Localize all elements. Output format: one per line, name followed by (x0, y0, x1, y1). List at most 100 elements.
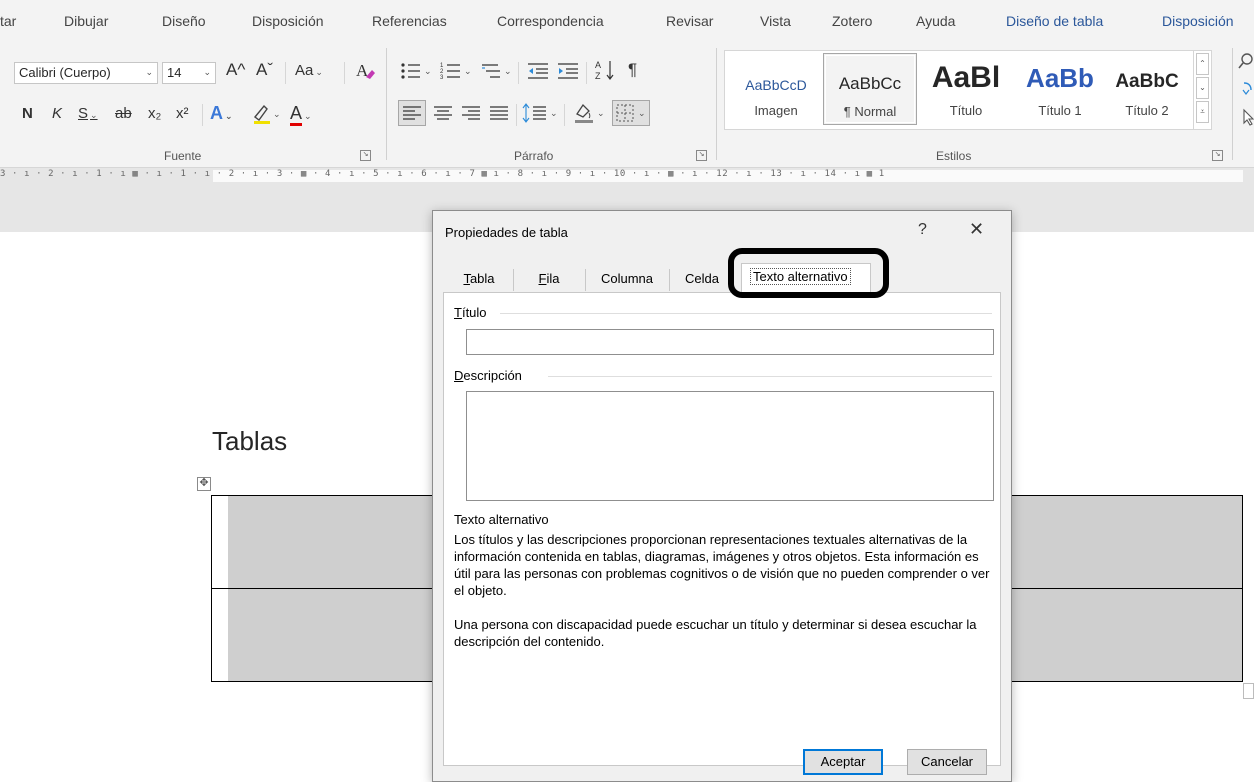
borders-icon[interactable]: ⌄ (612, 100, 650, 126)
ribbon: Calibri (Cuerpo) ⌄ 14 ⌄ A^ Aˇ Aa ⌄ A N K … (0, 42, 1254, 168)
justify-icon[interactable] (486, 101, 512, 130)
info-paragraph-2: Una persona con discapacidad puede escuc… (454, 617, 977, 649)
style-normal[interactable]: AaBbCc ¶ Normal (823, 53, 917, 125)
tab-celda[interactable]: Celda (673, 267, 731, 291)
style-imagen[interactable]: AaBbCcD Imagen (729, 53, 823, 125)
font-color-button[interactable]: A ⌄ (290, 103, 312, 126)
tab-referencias[interactable]: Referencias (372, 13, 447, 29)
style-titulo-1[interactable]: AaBb Título 1 (1013, 53, 1107, 125)
svg-text:Z: Z (595, 71, 601, 81)
show-marks-button[interactable]: ¶ (628, 60, 637, 80)
tab-disposicion[interactable]: Disposición (252, 13, 324, 29)
document-heading[interactable]: Tablas (212, 426, 287, 457)
align-right-icon[interactable] (458, 101, 484, 130)
label-accesskey: T (454, 305, 462, 320)
group-separator (1232, 48, 1233, 160)
bullets-icon[interactable]: ⌄ (400, 60, 434, 87)
styles-dialog-launcher-icon[interactable]: ↘ (1212, 150, 1223, 161)
replace-icon[interactable] (1240, 80, 1254, 103)
highlight-annotation (728, 248, 889, 298)
description-textarea[interactable] (466, 391, 994, 501)
tab-diseno[interactable]: Diseño (162, 13, 206, 29)
align-center-icon[interactable] (430, 101, 456, 130)
paragraph-dialog-launcher-icon[interactable]: ↘ (696, 150, 707, 161)
cancel-button[interactable]: Cancelar (907, 749, 987, 775)
style-name: Título (949, 103, 983, 118)
tab-tabla[interactable]: Tabla (449, 267, 509, 291)
help-icon[interactable]: ? (918, 221, 927, 239)
italic-button[interactable]: K (52, 105, 62, 122)
tab-separator (669, 269, 670, 291)
tab-revisar[interactable]: Revisar (666, 13, 713, 29)
font-dialog-launcher-icon[interactable]: ↘ (360, 150, 371, 161)
table-move-handle-icon[interactable]: ✥ (197, 477, 211, 491)
svg-text:⌄: ⌄ (424, 66, 432, 76)
tab-insertar[interactable]: tar (0, 13, 16, 29)
tab-fila[interactable]: Fila (517, 267, 581, 291)
strikethrough-button[interactable]: ab (115, 105, 132, 122)
grow-font-button[interactable]: A^ (226, 60, 245, 80)
style-name: Título 2 (1125, 103, 1169, 118)
sort-icon[interactable]: AZ (594, 58, 618, 87)
tab-correspondencia[interactable]: Correspondencia (497, 13, 604, 29)
tab-ayuda[interactable]: Ayuda (916, 13, 955, 29)
chevron-down-icon: ⌄ (225, 111, 233, 121)
style-preview: AaBbCc (838, 74, 902, 93)
tab-dibujar[interactable]: Dibujar (64, 13, 108, 29)
title-label: Título (454, 305, 487, 320)
shading-icon[interactable]: ⌄ (572, 100, 608, 131)
find-icon[interactable] (1238, 52, 1254, 77)
tab-zotero[interactable]: Zotero (832, 13, 872, 29)
tab-label: abla (469, 271, 495, 286)
title-input[interactable] (466, 329, 994, 355)
tab-separator (585, 269, 586, 291)
style-titulo-2[interactable]: AaBbC Título 2 (1101, 53, 1193, 125)
close-icon[interactable]: ✕ (969, 219, 984, 240)
chevron-up-icon[interactable]: ⌃ (1196, 53, 1209, 75)
shrink-font-button[interactable]: Aˇ (256, 60, 273, 80)
font-name-value: Calibri (Cuerpo) (19, 65, 111, 80)
numbering-icon[interactable]: 1 2 3 ⌄ (440, 60, 474, 87)
tab-disposicion-tabla[interactable]: Disposición (1162, 13, 1234, 29)
chevron-down-icon: ⌄ (145, 67, 153, 77)
chevron-down-icon: ⌄ (90, 110, 98, 120)
horizontal-ruler[interactable]: 3 · ı · 2 · ı · 1 · ı ▦ · ı · 1 · ı · 2 … (0, 168, 1254, 184)
highlight-pen-icon[interactable]: ⌄ (252, 102, 284, 131)
superscript-button[interactable]: x² (176, 105, 189, 122)
group-separator (386, 48, 387, 160)
font-name-box[interactable]: Calibri (Cuerpo) ⌄ (14, 62, 158, 84)
font-size-value: 14 (167, 65, 182, 80)
separator (518, 62, 519, 84)
description-separator-line (548, 376, 992, 377)
decrease-indent-icon[interactable] (526, 60, 550, 87)
svg-text:3: 3 (440, 75, 444, 81)
line-spacing-icon[interactable]: ⌄ (522, 101, 560, 130)
tab-diseno-de-tabla[interactable]: Diseño de tabla (1006, 13, 1103, 29)
change-case-button[interactable]: Aa ⌄ (295, 62, 323, 79)
tab-vista[interactable]: Vista (760, 13, 791, 29)
text-effects-button[interactable]: A ⌄ (210, 103, 233, 124)
table-resize-handle[interactable] (1243, 683, 1254, 699)
info-paragraph-1: Los títulos y las descripciones proporci… (454, 532, 990, 598)
align-left-icon[interactable] (398, 100, 426, 126)
description-label: Descripción (454, 368, 522, 383)
tab-columna[interactable]: Columna (589, 267, 665, 291)
clear-formatting-icon[interactable]: A (354, 60, 376, 87)
font-color-icon: A (290, 103, 303, 126)
underline-button[interactable]: S ⌄ (78, 105, 98, 122)
increase-indent-icon[interactable] (556, 60, 580, 87)
font-size-box[interactable]: 14 ⌄ (162, 62, 216, 84)
svg-text:⌄: ⌄ (597, 108, 605, 118)
tab-label: Col (600, 271, 621, 286)
gallery-more-icon[interactable]: ⩡ (1196, 101, 1209, 123)
change-case-label: Aa (295, 62, 314, 79)
subscript-button[interactable]: x₂ (148, 105, 161, 122)
select-cursor-icon[interactable] (1242, 108, 1254, 131)
svg-text:⌄: ⌄ (504, 66, 512, 76)
multilevel-list-icon[interactable]: ⌄ (480, 60, 514, 87)
style-titulo[interactable]: AaBl Título (919, 53, 1013, 125)
paragraph-group-label: Párrafo (514, 149, 554, 163)
bold-button[interactable]: N (22, 105, 33, 122)
chevron-down-icon[interactable]: ⌄ (1196, 77, 1209, 99)
ok-button[interactable]: Aceptar (803, 749, 883, 775)
